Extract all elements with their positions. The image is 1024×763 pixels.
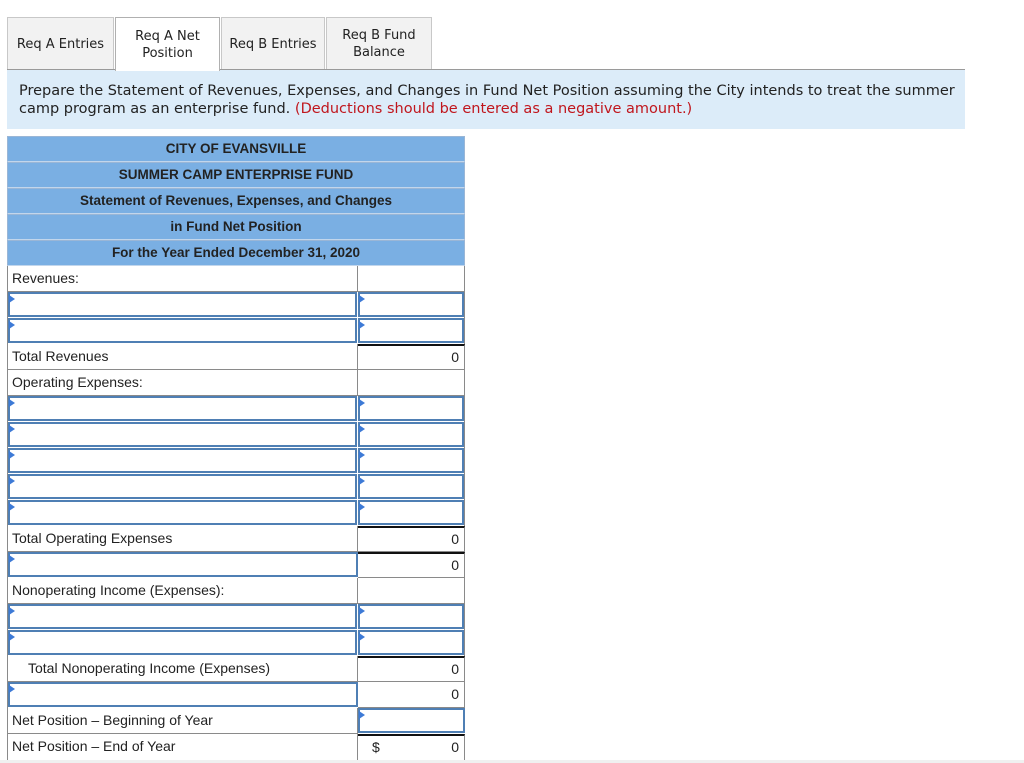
header-statement-title-cont: in Fund Net Position	[7, 214, 465, 240]
net-position-beginning-label: Net Position – Beginning of Year	[7, 708, 358, 734]
tab-req-a-net-position[interactable]: Req A Net Position	[115, 17, 220, 71]
expense-input-row	[7, 474, 465, 500]
total-operating-expenses-label: Total Operating Expenses	[7, 526, 358, 552]
revenue-1-amount-input[interactable]	[358, 292, 464, 317]
operating-expenses-label: Operating Expenses:	[7, 370, 358, 396]
net-position-end-cell: $ 0	[358, 734, 465, 760]
total-nonoperating-value: 0	[358, 656, 465, 682]
operating-expenses-heading-row: Operating Expenses:	[7, 370, 465, 396]
header-statement-title: Statement of Revenues, Expenses, and Cha…	[7, 188, 465, 214]
expense-3-amount-input[interactable]	[358, 448, 464, 473]
nonoperating-2-account-dropdown[interactable]	[8, 630, 358, 655]
total-operating-expenses-row: Total Operating Expenses 0	[7, 526, 465, 552]
operating-income-label-dropdown[interactable]	[8, 552, 358, 577]
instruction-note: (Deductions should be entered as a negat…	[294, 101, 693, 117]
expense-input-row	[7, 422, 465, 448]
change-in-net-position-label-dropdown[interactable]	[8, 682, 358, 707]
net-position-end-label: Net Position – End of Year	[7, 734, 358, 760]
tab-req-b-entries[interactable]: Req B Entries	[221, 17, 325, 70]
empty-cell	[358, 578, 465, 604]
net-position-beginning-row: Net Position – Beginning of Year	[7, 708, 465, 734]
change-in-net-position-row: 0	[7, 682, 465, 708]
total-revenues-value: 0	[358, 344, 465, 370]
tab-req-b-fund-balance[interactable]: Req B Fund Balance	[326, 17, 432, 70]
expense-input-row	[7, 396, 465, 422]
revenues-heading-row: Revenues:	[7, 266, 465, 292]
nonoperating-input-row	[7, 630, 465, 656]
total-nonoperating-label: Total Nonoperating Income (Expenses)	[7, 656, 358, 682]
expense-5-amount-input[interactable]	[358, 500, 464, 525]
revenue-input-row	[7, 292, 465, 318]
expense-2-account-dropdown[interactable]	[8, 422, 358, 447]
instructions-panel: Prepare the Statement of Revenues, Expen…	[7, 69, 965, 129]
revenue-2-account-dropdown[interactable]	[8, 318, 358, 343]
dollar-sign: $	[372, 739, 380, 755]
operating-income-value: 0	[358, 552, 465, 578]
change-in-net-position-value: 0	[358, 682, 465, 708]
statement-table: CITY OF EVANSVILLE SUMMER CAMP ENTERPRIS…	[7, 136, 465, 760]
nonoperating-2-amount-input[interactable]	[358, 630, 464, 655]
nonoperating-1-amount-input[interactable]	[358, 604, 464, 629]
nonoperating-heading-row: Nonoperating Income (Expenses):	[7, 578, 465, 604]
expense-input-row	[7, 448, 465, 474]
total-operating-expenses-value: 0	[358, 526, 465, 552]
empty-cell	[358, 266, 465, 292]
expense-1-amount-input[interactable]	[358, 396, 464, 421]
expense-4-account-dropdown[interactable]	[8, 474, 358, 499]
total-nonoperating-row: Total Nonoperating Income (Expenses) 0	[7, 656, 465, 682]
header-city: CITY OF EVANSVILLE	[7, 136, 465, 162]
total-revenues-label: Total Revenues	[7, 344, 358, 370]
header-fund: SUMMER CAMP ENTERPRISE FUND	[7, 162, 465, 188]
nonoperating-input-row	[7, 604, 465, 630]
net-position-end-row: Net Position – End of Year $ 0	[7, 734, 465, 760]
tab-req-a-entries[interactable]: Req A Entries	[7, 17, 114, 70]
net-position-end-value: 0	[451, 739, 459, 755]
expense-5-account-dropdown[interactable]	[8, 500, 358, 525]
expense-2-amount-input[interactable]	[358, 422, 464, 447]
operating-income-row: 0	[7, 552, 465, 578]
nonoperating-1-account-dropdown[interactable]	[8, 604, 358, 629]
revenue-1-account-dropdown[interactable]	[8, 292, 358, 317]
expense-4-amount-input[interactable]	[358, 474, 464, 499]
total-revenues-row: Total Revenues 0	[7, 344, 465, 370]
expense-1-account-dropdown[interactable]	[8, 396, 358, 421]
expense-input-row	[7, 500, 465, 526]
expense-3-account-dropdown[interactable]	[8, 448, 358, 473]
header-period: For the Year Ended December 31, 2020	[7, 240, 465, 266]
tab-bar: Req A Entries Req A Net Position Req B E…	[7, 17, 433, 71]
nonoperating-label: Nonoperating Income (Expenses):	[7, 578, 358, 604]
net-position-beginning-input[interactable]	[358, 708, 465, 733]
empty-cell	[358, 370, 465, 396]
revenue-input-row	[7, 318, 465, 344]
revenues-label: Revenues:	[7, 266, 358, 292]
revenue-2-amount-input[interactable]	[358, 318, 464, 343]
